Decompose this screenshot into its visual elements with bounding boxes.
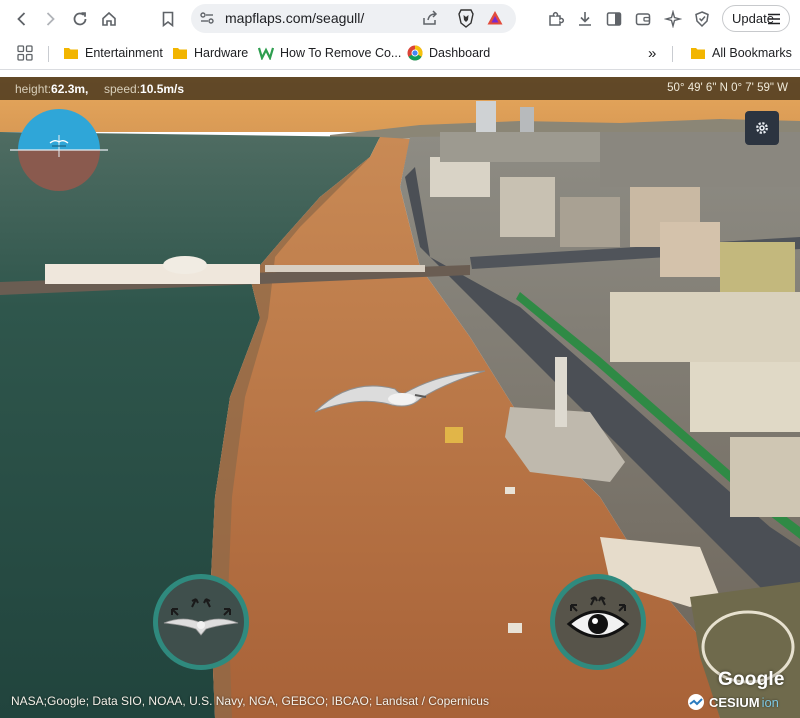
vpn-button[interactable]	[689, 6, 715, 32]
bookmarks-divider	[672, 46, 673, 62]
eye-icon	[566, 596, 630, 638]
reload-button[interactable]	[67, 6, 93, 32]
building-block	[690, 362, 800, 432]
speed-readout: speed:10.5m/s	[104, 82, 184, 96]
bookmark-label: Dashboard	[429, 46, 491, 60]
reload-icon	[73, 12, 87, 26]
forward-button[interactable]	[37, 6, 63, 32]
apps-grid-icon	[17, 45, 33, 61]
height-readout: height:62.3m,	[15, 82, 88, 96]
vpn-shield-icon	[695, 11, 709, 28]
cesium-ion-logo[interactable]: CESIUM ion	[687, 693, 779, 711]
extensions-button[interactable]	[543, 6, 569, 32]
speed-value: 10.5m/s	[140, 82, 185, 96]
bookmarks-divider	[48, 46, 49, 62]
attitude-indicator	[10, 109, 108, 191]
view-control-button[interactable]	[550, 574, 646, 670]
bookmark-how-to-remove[interactable]: How To Remove Co...	[258, 44, 401, 62]
url-text[interactable]: mapflaps.com/seagull/	[225, 10, 364, 26]
download-icon	[579, 12, 591, 26]
bookmark-dashboard[interactable]: Dashboard	[407, 44, 490, 62]
bookmark-hardware[interactable]: Hardware	[172, 44, 248, 62]
building-block	[610, 292, 800, 362]
building-block	[560, 197, 620, 247]
all-bookmarks-button[interactable]: All Bookmarks	[690, 44, 792, 62]
update-button[interactable]: Update	[722, 5, 790, 32]
aerial-3d-scene[interactable]	[0, 77, 800, 718]
building-block	[440, 132, 600, 162]
more-bookmarks-button[interactable]: »	[648, 44, 656, 62]
google-logo: Google	[718, 669, 785, 690]
puzzle-icon	[549, 11, 565, 26]
back-arrow-icon	[17, 12, 26, 26]
home-button[interactable]	[96, 6, 122, 32]
building-block	[500, 177, 555, 237]
cesium-ion-label: ion	[761, 694, 779, 710]
bookmark-label: Entertainment	[85, 46, 163, 60]
height-label: height:	[15, 82, 52, 96]
building-block	[730, 437, 800, 517]
folder-icon	[173, 48, 187, 59]
flight-hud: height:62.3m, speed:10.5m/s 50° 49' 6" N…	[0, 77, 800, 100]
address-bar[interactable]: mapflaps.com/seagull/	[191, 4, 516, 33]
hamburger-menu-icon	[768, 13, 780, 25]
beach-object	[508, 623, 522, 633]
cesium-logo-icon	[688, 694, 704, 710]
pier-dome	[163, 256, 207, 274]
brave-shields-icon[interactable]	[457, 8, 475, 28]
cesium-label: CESIUM	[709, 694, 760, 710]
building-block	[720, 242, 795, 292]
forward-arrow-icon	[46, 12, 55, 26]
bookmark-entertainment[interactable]: Entertainment	[63, 44, 163, 62]
back-button[interactable]	[9, 6, 35, 32]
wallet-button[interactable]	[630, 6, 656, 32]
building-block	[660, 222, 720, 277]
bookmark-icon	[162, 11, 174, 28]
map-viewport[interactable]: height:62.3m, speed:10.5m/s 50° 49' 6" N…	[0, 77, 800, 718]
bookmark-page-button[interactable]	[155, 6, 181, 32]
site-info-icon[interactable]	[199, 10, 215, 26]
folder-icon	[691, 48, 705, 59]
browser-toolbar: mapflaps.com/seagull/ Update	[0, 0, 800, 37]
pier-walkway	[265, 265, 425, 272]
beach-object	[445, 427, 463, 443]
downloads-button[interactable]	[572, 6, 598, 32]
height-value: 62.3m,	[51, 82, 89, 96]
coordinates-readout: 50° 49' 6" N 0° 7' 59" W	[667, 82, 788, 94]
home-icon	[102, 11, 116, 26]
folder-icon	[64, 48, 78, 59]
settings-button[interactable]	[745, 111, 779, 145]
bookmark-label: How To Remove Co...	[280, 46, 402, 60]
bookmarks-bar: Entertainment Hardware How To Remove Co.…	[0, 37, 800, 70]
apps-button[interactable]	[17, 44, 33, 62]
sidebar-button[interactable]	[601, 6, 627, 32]
speed-label: speed:	[104, 82, 141, 96]
w-site-icon	[258, 47, 274, 60]
sparkle-icon	[664, 10, 682, 28]
bookmark-label: Hardware	[194, 46, 249, 60]
wallet-icon	[635, 13, 651, 26]
pier-pavilion	[45, 264, 260, 284]
helter-skelter	[555, 357, 567, 427]
share-icon[interactable]	[421, 9, 439, 27]
building-block	[430, 157, 490, 197]
map-attribution[interactable]: NASA;Google; Data SIO, NOAA, U.S. Navy, …	[11, 694, 489, 708]
leo-ai-button[interactable]	[660, 6, 686, 32]
brave-rewards-icon[interactable]	[486, 9, 504, 27]
seagull-icon	[163, 598, 239, 636]
all-bookmarks-label: All Bookmarks	[712, 46, 792, 60]
beach-object	[505, 487, 515, 494]
gear-icon	[756, 122, 768, 134]
fly-control-button[interactable]	[153, 574, 249, 670]
tower-block	[476, 101, 496, 137]
sidebar-icon	[606, 12, 622, 26]
chrome-favicon	[407, 45, 423, 61]
